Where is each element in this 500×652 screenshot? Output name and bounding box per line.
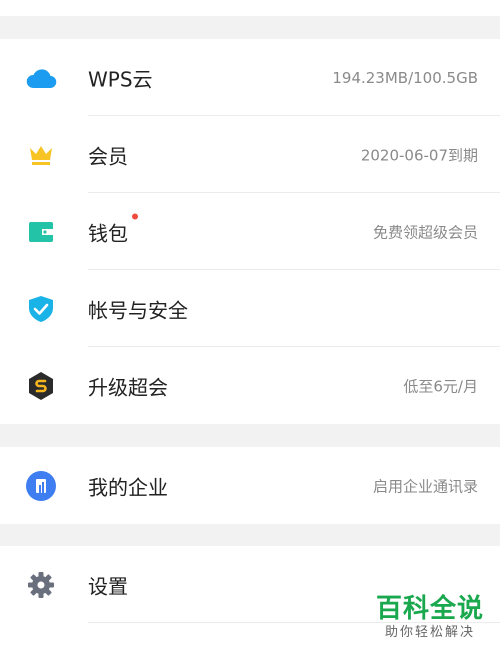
gear-icon [24, 568, 58, 602]
notification-badge [132, 213, 138, 219]
enterprise-group: 我的企业 启用企业通讯录 [0, 447, 500, 524]
row-value: 2020-06-07到期 [360, 146, 478, 164]
shield-check-icon [24, 292, 58, 326]
watermark-title: 百科全说 [375, 594, 484, 624]
dollar-hex-icon [24, 369, 58, 403]
row-account-security[interactable]: 帐号与安全 [0, 270, 500, 347]
row-upgrade-super[interactable]: 升级超会 低至6元/月 [0, 347, 500, 424]
crown-icon [24, 138, 58, 172]
row-wallet[interactable]: 钱包 免费领超级会员 [0, 193, 500, 270]
row-label: 我的企业 [88, 475, 168, 499]
wallet-icon [24, 215, 58, 249]
row-my-enterprise[interactable]: 我的企业 启用企业通讯录 [0, 447, 500, 524]
row-label: 升级超会 [88, 375, 168, 399]
top-strip [0, 0, 500, 16]
enterprise-icon [24, 469, 58, 503]
row-value: 启用企业通讯录 [372, 477, 478, 495]
cloud-icon [24, 61, 58, 95]
watermark: 百科全说 助你轻松解决 [376, 594, 484, 642]
row-label: 设置 [88, 574, 128, 598]
row-label: 帐号与安全 [88, 298, 188, 322]
row-label: 钱包 [88, 213, 138, 246]
row-value: 低至6元/月 [403, 377, 478, 395]
row-value: 194.23MB/100.5GB [332, 68, 478, 87]
row-label: 会员 [88, 144, 128, 168]
row-membership[interactable]: 会员 2020-06-07到期 [0, 116, 500, 193]
row-label: WPS云 [88, 67, 153, 91]
watermark-subtitle: 助你轻松解决 [384, 625, 475, 640]
row-value: 免费领超级会员 [372, 223, 478, 241]
account-group: WPS云 194.23MB/100.5GB 会员 2020-06-07到期 钱包… [0, 39, 500, 424]
row-wps-cloud[interactable]: WPS云 194.23MB/100.5GB [0, 39, 500, 116]
